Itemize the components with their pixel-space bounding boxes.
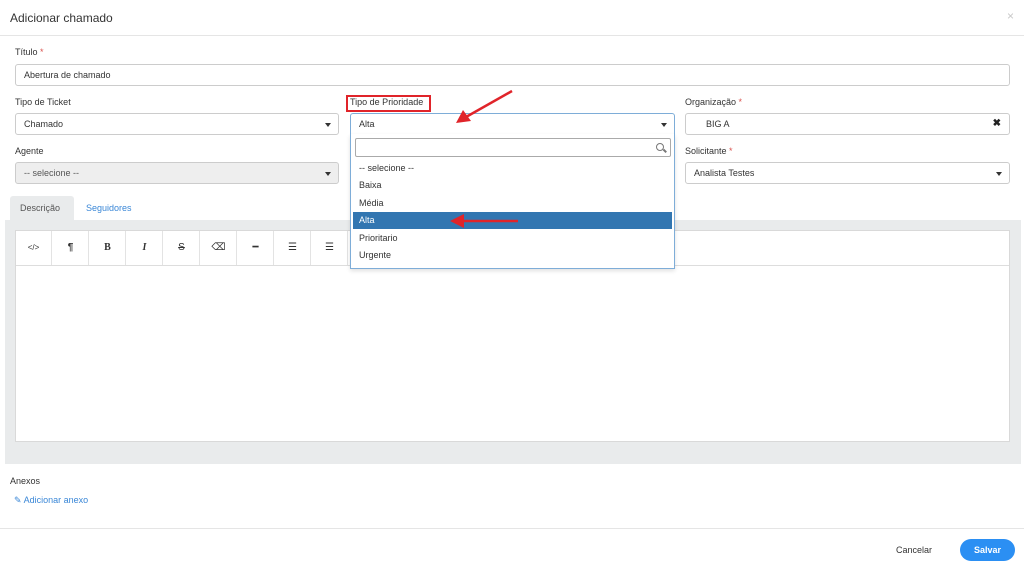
chevron-down-icon bbox=[996, 172, 1002, 176]
code-view-button[interactable]: </> bbox=[16, 231, 52, 265]
title-label-text: Título bbox=[15, 47, 38, 57]
eraser-icon[interactable]: ⌫ bbox=[201, 231, 237, 265]
requester-label: Solicitante * bbox=[685, 146, 733, 156]
modal-header: Adicionar chamado × bbox=[0, 0, 1024, 36]
dropdown-option[interactable]: -- selecione -- bbox=[353, 160, 672, 177]
organization-value: BIG A bbox=[706, 119, 730, 129]
priority-type-label: Tipo de Prioridade bbox=[350, 97, 424, 107]
chevron-down-icon bbox=[661, 123, 667, 127]
priority-type-value: Alta bbox=[359, 119, 375, 129]
title-input[interactable]: Abertura de chamado bbox=[15, 64, 1010, 86]
requester-value: Analista Testes bbox=[694, 168, 755, 178]
agent-value: -- selecione -- bbox=[24, 168, 80, 178]
required-mark: * bbox=[729, 146, 733, 156]
agent-label: Agente bbox=[15, 146, 44, 156]
attachments-label: Anexos bbox=[10, 476, 41, 486]
clear-icon[interactable]: ✖ bbox=[993, 114, 1001, 134]
dropdown-search-input[interactable] bbox=[355, 138, 671, 157]
close-icon[interactable]: × bbox=[1007, 9, 1014, 23]
dropdown-option[interactable]: Baixa bbox=[353, 177, 672, 194]
dropdown-option[interactable]: Urgente bbox=[353, 247, 672, 264]
agent-select[interactable]: -- selecione -- bbox=[15, 162, 339, 184]
required-mark: * bbox=[738, 97, 743, 107]
chevron-down-icon bbox=[325, 172, 331, 176]
ticket-type-label: Tipo de Ticket bbox=[15, 97, 71, 107]
save-button[interactable]: Salvar bbox=[960, 539, 1015, 561]
requester-label-text: Solicitante bbox=[685, 146, 727, 156]
horizontal-rule-button[interactable]: ━ bbox=[238, 231, 274, 265]
title-label: Título * bbox=[15, 47, 44, 57]
paperclip-icon: ✎ bbox=[14, 495, 22, 505]
add-attachment-link[interactable]: ✎ Adicionar anexo bbox=[14, 495, 88, 506]
italic-button[interactable]: I bbox=[127, 231, 163, 265]
modal-title: Adicionar chamado bbox=[10, 11, 113, 25]
paragraph-button[interactable]: ¶ bbox=[53, 231, 89, 265]
organization-label: Organização * bbox=[685, 97, 742, 107]
search-icon bbox=[656, 143, 664, 151]
bold-button[interactable]: B bbox=[90, 231, 126, 265]
organization-label-text: Organização bbox=[685, 97, 737, 107]
ticket-type-select[interactable]: Chamado bbox=[15, 113, 339, 135]
unordered-list-icon[interactable]: ☰ bbox=[312, 231, 348, 265]
requester-select[interactable]: Analista Testes bbox=[685, 162, 1010, 184]
organization-select[interactable]: BIG A ✖ bbox=[685, 113, 1010, 135]
modal-footer bbox=[0, 528, 1024, 569]
cancel-button[interactable]: Cancelar bbox=[896, 540, 932, 560]
tab-description[interactable]: Descrição bbox=[10, 196, 74, 221]
priority-dropdown: -- selecione -- Baixa Média Alta Priorit… bbox=[350, 134, 675, 269]
tab-followers[interactable]: Seguidores bbox=[76, 196, 142, 221]
add-ticket-modal: Adicionar chamado × Título * Abertura de… bbox=[0, 0, 1024, 569]
ticket-type-value: Chamado bbox=[24, 119, 64, 129]
chevron-down-icon bbox=[325, 123, 331, 127]
required-mark: * bbox=[40, 47, 44, 57]
strikethrough-button[interactable]: S bbox=[164, 231, 200, 265]
ordered-list-icon[interactable]: ☰ bbox=[275, 231, 311, 265]
priority-type-select[interactable]: Alta bbox=[350, 113, 675, 135]
add-attachment-text: Adicionar anexo bbox=[23, 495, 89, 505]
dropdown-option[interactable]: Prioritario bbox=[353, 230, 672, 247]
dropdown-option-selected[interactable]: Alta bbox=[353, 212, 672, 229]
dropdown-option[interactable]: Média bbox=[353, 195, 672, 212]
